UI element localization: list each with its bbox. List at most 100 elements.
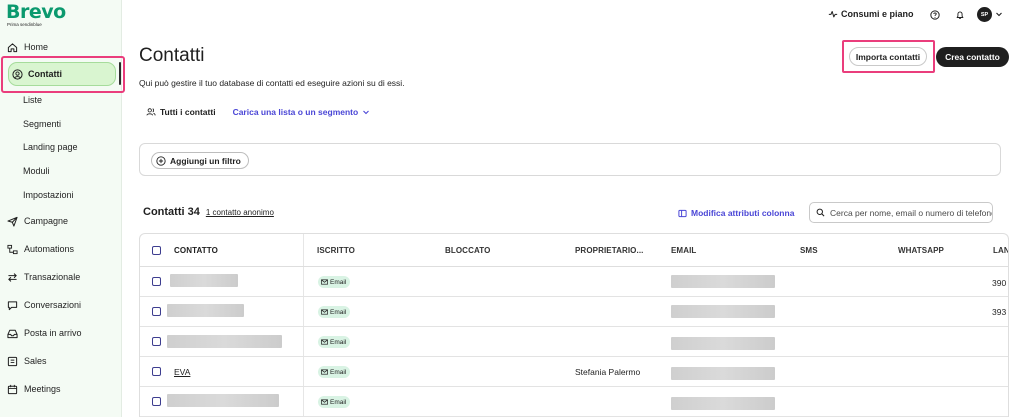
contact-search[interactable] — [809, 202, 993, 223]
row-checkbox[interactable] — [152, 397, 161, 406]
create-contact-button[interactable]: Crea contatto — [936, 47, 1009, 67]
sidebar-item-meetings[interactable]: Meetings — [0, 380, 122, 398]
sidebar-item-sales[interactable]: Sales — [0, 352, 122, 370]
table-row[interactable]: Email 393 — [140, 297, 1008, 327]
chat-icon — [7, 300, 18, 311]
sidebar-subitem-impostazioni[interactable]: Impostazioni — [23, 188, 74, 202]
users-icon — [146, 108, 156, 116]
column-header-sms[interactable]: SMS — [800, 246, 818, 255]
search-icon — [816, 208, 825, 217]
sidebar-item-label: Automations — [24, 244, 75, 254]
mail-icon — [321, 369, 328, 375]
sales-icon — [7, 356, 18, 367]
badge-label: Email — [330, 398, 347, 406]
owner-name: Stefania Palermo — [575, 367, 641, 377]
usage-plan-label: Consumi e piano — [841, 9, 914, 19]
import-highlight-box: Importa contatti — [842, 40, 935, 73]
lan-value: 393 — [992, 307, 1007, 317]
column-header-bloccato[interactable]: BLOCCATO — [445, 246, 490, 255]
row-checkbox[interactable] — [152, 337, 161, 346]
send-icon — [7, 216, 18, 227]
column-header-lan[interactable]: LAN — [993, 246, 1008, 255]
redacted-contact-name — [167, 394, 279, 407]
sidebar-subitem-segmenti[interactable]: Segmenti — [23, 117, 61, 131]
status-badge: Email — [318, 396, 351, 408]
page-description: Qui può gestire il tuo database di conta… — [139, 78, 405, 88]
redacted-contact-name — [170, 274, 238, 287]
filter-area: Aggiungi un filtro — [139, 143, 1001, 176]
table-row[interactable]: Email 390 — [140, 267, 1008, 297]
row-checkbox[interactable] — [152, 307, 161, 316]
table-row[interactable]: Email — [140, 387, 1008, 417]
sidebar-item-label: Posta in arrivo — [24, 328, 82, 338]
contact-name-link[interactable]: EVA — [174, 367, 190, 377]
sidebar-subitem-moduli[interactable]: Moduli — [23, 164, 50, 178]
badge-label: Email — [330, 338, 347, 346]
page-title: Contatti — [139, 45, 205, 66]
import-contacts-button[interactable]: Importa contatti — [849, 47, 927, 66]
avatar[interactable]: SP — [977, 7, 992, 22]
contact-tabs: Tutti i contatti Carica una lista o un s… — [146, 107, 370, 117]
chevron-down-icon — [363, 110, 370, 115]
inbox-icon — [7, 328, 18, 339]
usage-plan-button[interactable]: Consumi e piano — [828, 9, 914, 19]
select-all-checkbox[interactable] — [152, 246, 161, 255]
add-filter-label: Aggiungi un filtro — [170, 155, 241, 166]
sidebar-item-label: Sales — [24, 356, 47, 366]
table-header: CONTATTO ISCRITTO BLOCCATO PROPRIETARIO.… — [140, 234, 1008, 267]
redacted-email — [671, 275, 775, 288]
mail-icon — [321, 399, 328, 405]
status-badge: Email — [318, 336, 351, 348]
help-icon[interactable] — [929, 9, 940, 20]
column-header-contatto[interactable]: CONTATTO — [174, 246, 218, 255]
sidebar-item-automations[interactable]: Automations — [0, 240, 122, 258]
table-row[interactable]: Email — [140, 327, 1008, 357]
sidebar-item-campagne[interactable]: Campagne — [0, 212, 122, 230]
redacted-contact-name — [167, 335, 282, 348]
home-icon — [7, 42, 18, 53]
tab-all-contacts[interactable]: Tutti i contatti — [146, 107, 216, 117]
scroll-indicator — [119, 62, 121, 85]
sidebar-item-transazionale[interactable]: Transazionale — [0, 268, 122, 286]
sidebar-subitem-liste[interactable]: Liste — [23, 93, 42, 107]
redacted-email — [671, 305, 775, 318]
arrows-swap-icon — [7, 272, 18, 283]
sidebar-item-label: Campagne — [24, 216, 69, 226]
top-bar: Consumi e piano SP — [122, 0, 1024, 30]
brevo-logo[interactable]: Brevo Prima sendinblue — [6, 3, 66, 28]
redacted-email — [671, 397, 775, 410]
anonymous-contacts-link[interactable]: 1 contatto anonimo — [206, 208, 274, 217]
add-filter-button[interactable]: Aggiungi un filtro — [151, 152, 249, 169]
row-checkbox[interactable] — [152, 277, 161, 286]
automation-icon — [7, 244, 18, 255]
column-header-whatsapp[interactable]: WHATSAPP — [898, 246, 944, 255]
badge-label: Email — [330, 308, 347, 316]
sidebar-item-posta-in-arrivo[interactable]: Posta in arrivo — [0, 324, 122, 342]
column-header-proprietario[interactable]: PROPRIETARIO... — [575, 246, 643, 255]
sidebar-item-conversazioni[interactable]: Conversazioni — [0, 296, 122, 314]
sidebar: Brevo Prima sendinblue Home Contatti Lis… — [0, 0, 125, 417]
tab-all-label: Tutti i contatti — [160, 107, 216, 117]
bell-icon[interactable] — [954, 9, 965, 20]
column-header-iscritto[interactable]: ISCRITTO — [317, 246, 355, 255]
row-checkbox[interactable] — [152, 367, 161, 376]
plus-circle-icon — [156, 155, 166, 166]
sidebar-item-label: Contatti — [28, 69, 62, 79]
sidebar-item-label: Meetings — [24, 384, 61, 394]
table-row[interactable]: EVA Email Stefania Palermo — [140, 357, 1008, 387]
tab-load-list-segment[interactable]: Carica una lista o un segmento — [233, 107, 371, 117]
tab-load-label: Carica una lista o un segmento — [232, 107, 359, 117]
redacted-contact-name — [167, 304, 244, 317]
calendar-icon — [7, 384, 18, 395]
modify-columns-button[interactable]: Modifica attributi colonna — [678, 208, 794, 218]
contatti-highlight-box: Contatti — [1, 56, 125, 93]
sidebar-item-contatti[interactable]: Contatti — [8, 62, 116, 86]
search-input[interactable] — [830, 207, 992, 218]
column-header-email[interactable]: EMAIL — [671, 246, 696, 255]
mail-icon — [321, 309, 328, 315]
sidebar-subitem-landing-page[interactable]: Landing page — [23, 140, 78, 154]
lan-value: 390 — [992, 278, 1007, 288]
chevron-down-icon[interactable] — [995, 10, 1003, 18]
sidebar-item-home[interactable]: Home — [0, 38, 122, 56]
contacts-count: Contatti 34 — [143, 206, 200, 218]
